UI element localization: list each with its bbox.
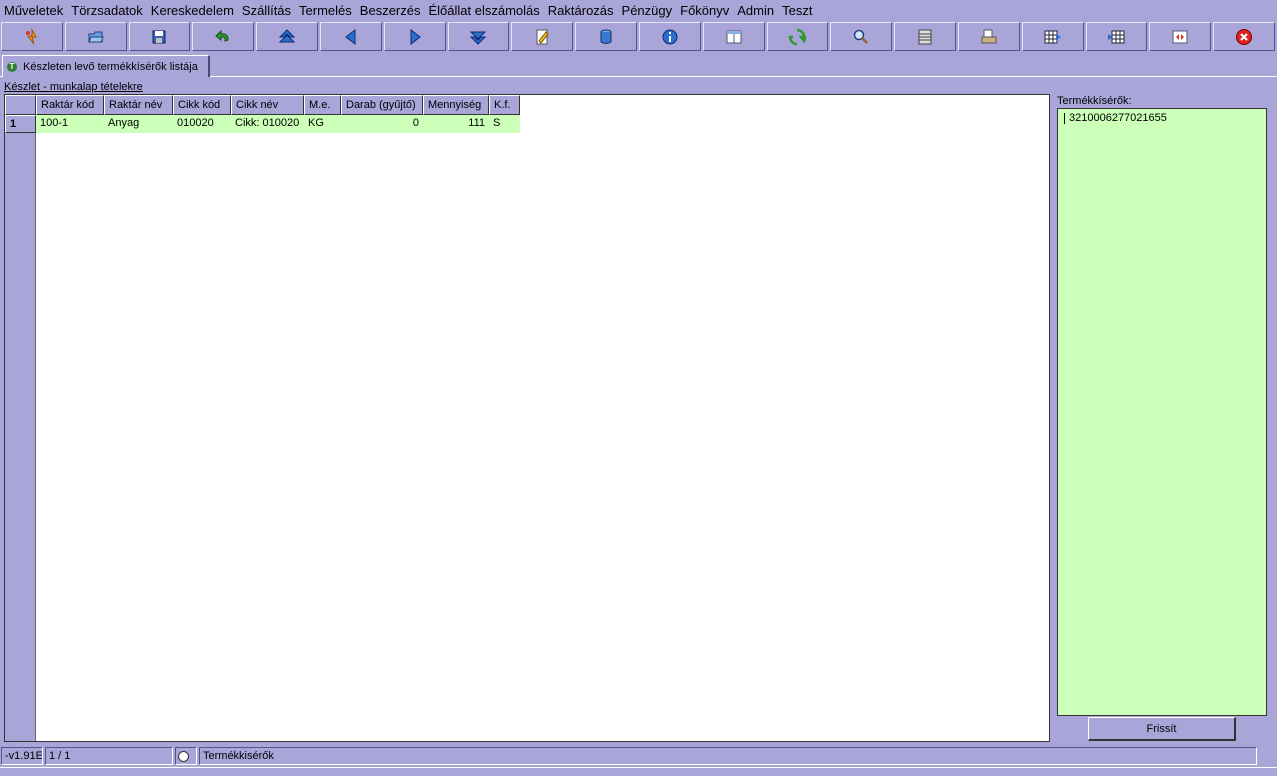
tab-icon: T — [7, 61, 17, 72]
status-bar: -v1.91E 1 / 1 Termékkisérők — [0, 746, 1277, 766]
close-button[interactable] — [1213, 22, 1275, 51]
menu-beszerzes[interactable]: Beszerzés — [356, 0, 425, 21]
info-button[interactable] — [638, 22, 701, 51]
last-record-icon — [470, 31, 487, 45]
print-icon — [981, 29, 997, 43]
menu-teszt[interactable]: Teszt — [778, 0, 816, 21]
database-icon — [600, 29, 612, 44]
print-button[interactable] — [957, 22, 1020, 51]
menu-fokonyv[interactable]: Főkönyv — [676, 0, 733, 21]
radio-indicator-icon — [178, 750, 189, 762]
menu-muveletek[interactable]: Műveletek — [0, 0, 67, 21]
menu-penzugy[interactable]: Pénzügy — [618, 0, 677, 21]
column-header-cikk-nev[interactable]: Cikk név — [231, 95, 304, 115]
data-grid[interactable]: Raktár kód Raktár név Cikk kód Cikk név … — [4, 94, 1050, 742]
new-record-icon — [25, 27, 37, 44]
status-text: Termékkisérők — [199, 747, 1257, 765]
save-button[interactable] — [128, 22, 191, 51]
cell-cikk-kod[interactable]: 010020 — [173, 115, 231, 133]
undo-button[interactable] — [192, 22, 255, 51]
last-record-button[interactable] — [447, 22, 510, 51]
tab-strip: T Készleten levő termékkísérők listája — [0, 53, 1277, 77]
grid-header: Raktár kód Raktár név Cikk kód Cikk név … — [5, 95, 520, 115]
cell-raktar-nev[interactable]: Anyag — [104, 115, 173, 133]
termekkiserok-list[interactable]: 3210006277021655 — [1057, 108, 1267, 716]
previous-record-icon — [345, 28, 356, 45]
column-header-cikk-kod[interactable]: Cikk kód — [173, 95, 231, 115]
toolbar — [0, 22, 1277, 53]
save-icon — [152, 30, 166, 43]
menu-torzsadatok[interactable]: Törzsadatok — [67, 0, 147, 21]
cell-mennyiseg[interactable]: 111 — [423, 115, 489, 133]
section-label: Készlet - munkalap tételekre — [4, 81, 143, 93]
open-button[interactable] — [64, 22, 127, 51]
table-row[interactable]: 1 100-1 Anyag 010020 Cikk: 010020 KG 0 1… — [5, 115, 520, 133]
edit-button[interactable] — [511, 22, 574, 51]
info-icon — [662, 29, 678, 44]
import-table-button[interactable] — [1085, 22, 1148, 51]
tab-keszleten-levo-termekkiserok[interactable]: T Készleten levő termékkísérők listája — [2, 55, 210, 77]
cell-raktar-kod[interactable]: 100-1 — [36, 115, 104, 133]
column-header-me[interactable]: M.e. — [304, 95, 341, 115]
menu-kereskedelem[interactable]: Kereskedelem — [147, 0, 238, 21]
search-icon — [854, 29, 869, 44]
row-number[interactable]: 1 — [5, 115, 36, 133]
cell-kf[interactable]: S — [489, 115, 520, 133]
status-page: 1 / 1 — [45, 747, 173, 765]
open-folder-icon — [87, 31, 104, 42]
menu-szallitas[interactable]: Szállítás — [238, 0, 295, 21]
menu-bar: Műveletek Törzsadatok Kereskedelem Száll… — [0, 0, 1277, 21]
column-header-kf[interactable]: K.f. — [489, 95, 520, 115]
layout-button[interactable] — [1149, 22, 1212, 51]
export-table-icon — [1044, 30, 1061, 43]
next-record-button[interactable] — [383, 22, 446, 51]
status-version: -v1.91E — [1, 747, 43, 765]
menu-termeles[interactable]: Termelés — [295, 0, 356, 21]
cell-cikk-nev[interactable]: Cikk: 010020 — [231, 115, 304, 133]
database-button[interactable] — [575, 22, 637, 51]
previous-record-button[interactable] — [319, 22, 382, 51]
refresh-list-button[interactable]: Frissít — [1088, 717, 1236, 741]
close-icon — [1236, 28, 1253, 45]
window-button[interactable] — [702, 22, 765, 51]
grid-corner — [5, 95, 36, 115]
status-indicator — [175, 747, 197, 765]
next-record-icon — [410, 28, 421, 45]
menu-raktarozas[interactable]: Raktározás — [544, 0, 618, 21]
list-item[interactable]: 3210006277021655 — [1058, 109, 1266, 127]
refresh-icon — [789, 28, 807, 45]
undo-icon — [215, 29, 229, 42]
import-table-icon — [1108, 30, 1125, 43]
menu-eloallat-elszamolas[interactable]: Élőállat elszámolás — [425, 0, 544, 21]
list-item-label: 3210006277021655 — [1069, 112, 1167, 124]
edit-icon — [536, 29, 549, 44]
cell-me[interactable]: KG — [304, 115, 341, 133]
first-record-icon — [278, 28, 296, 42]
grid-rows: 1 100-1 Anyag 010020 Cikk: 010020 KG 0 1… — [5, 115, 520, 133]
column-header-mennyiseg[interactable]: Mennyiség — [423, 95, 489, 115]
new-record-button[interactable] — [1, 22, 63, 51]
refresh-button[interactable] — [766, 22, 829, 51]
column-header-raktar-kod[interactable]: Raktár kód — [36, 95, 104, 115]
menu-admin[interactable]: Admin — [733, 0, 778, 21]
first-record-button[interactable] — [256, 22, 318, 51]
layout-icon — [1172, 30, 1188, 43]
column-header-darab-gyujto[interactable]: Darab (gyűjtő) — [341, 95, 423, 115]
filter-button[interactable] — [894, 22, 956, 51]
tab-label: Készleten levő termékkísérők listája — [23, 60, 198, 73]
cell-darab-gyujto[interactable]: 0 — [341, 115, 423, 133]
filter-icon — [918, 29, 932, 44]
search-button[interactable] — [830, 22, 893, 51]
row-header-column — [5, 95, 36, 741]
export-table-button[interactable] — [1021, 22, 1084, 51]
column-header-raktar-nev[interactable]: Raktár név — [104, 95, 173, 115]
termekkiserok-label: Termékkísérők: — [1057, 95, 1132, 107]
window-icon — [726, 30, 742, 43]
text-cursor — [1064, 112, 1065, 124]
